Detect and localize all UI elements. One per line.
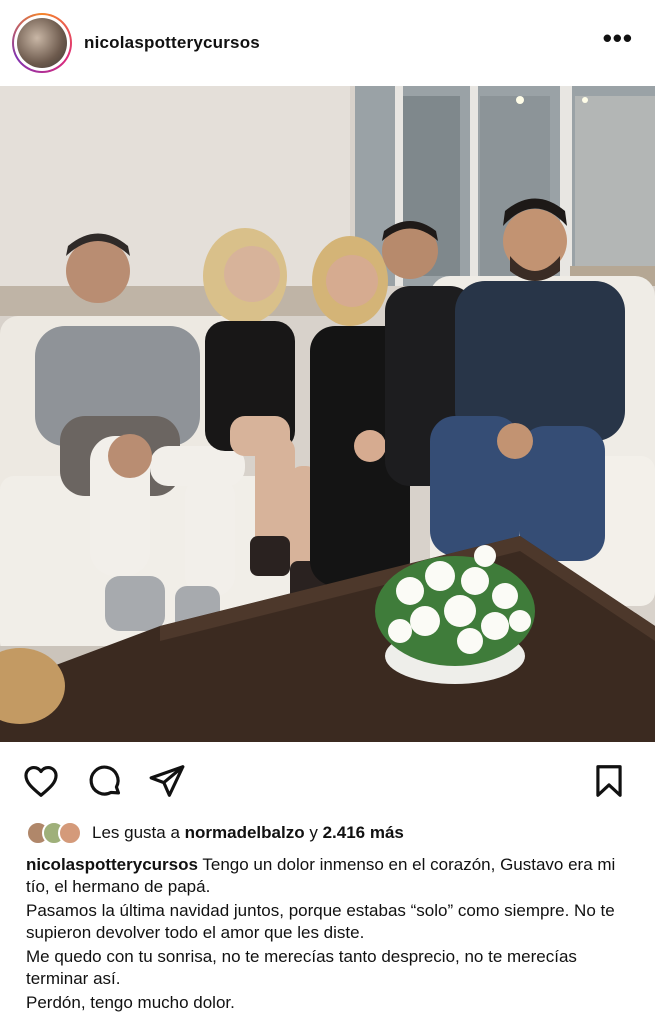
avatar [58,821,82,845]
liker-avatars [26,821,82,845]
caption-paragraph: Me quedo con tu sonrisa, no te merecías … [26,946,636,990]
photo-scene [0,86,655,742]
likes-count[interactable]: 2.416 más [323,823,404,843]
post-caption: nicolaspotterycursos Tengo un dolor inme… [26,854,636,1016]
caption-paragraph: nicolaspotterycursos Tengo un dolor inme… [26,854,636,898]
caption-line: Me quedo con tu sonrisa, no te merecías … [26,947,577,988]
paper-plane-icon[interactable] [148,762,186,800]
post-photo[interactable] [0,86,655,742]
story-ring[interactable] [12,13,72,73]
more-options-icon[interactable]: ••• [603,25,633,51]
bookmark-icon[interactable] [590,762,628,800]
caption-username[interactable]: nicolaspotterycursos [26,855,198,874]
likes-connector: y [309,823,318,842]
likes-prefix: Les gusta a [92,823,180,842]
post-actions [0,742,655,818]
heart-icon[interactable] [22,762,60,800]
comment-icon[interactable] [86,762,124,800]
avatar[interactable] [17,18,67,68]
caption-paragraph: Perdón, tengo mucho dolor. [26,992,636,1014]
liker-username[interactable]: normadelbalzo [185,823,305,843]
caption-line: Perdón, tengo mucho dolor. [26,993,235,1012]
likes-row[interactable]: Les gusta a normadelbalzo y 2.416 más [26,818,404,848]
caption-paragraph: Pasamos la última navidad juntos, porque… [26,900,636,944]
caption-line: Pasamos la última navidad juntos, porque… [26,901,615,942]
post-username[interactable]: nicolaspotterycursos [84,33,260,53]
post-header: nicolaspotterycursos ••• [0,0,655,86]
